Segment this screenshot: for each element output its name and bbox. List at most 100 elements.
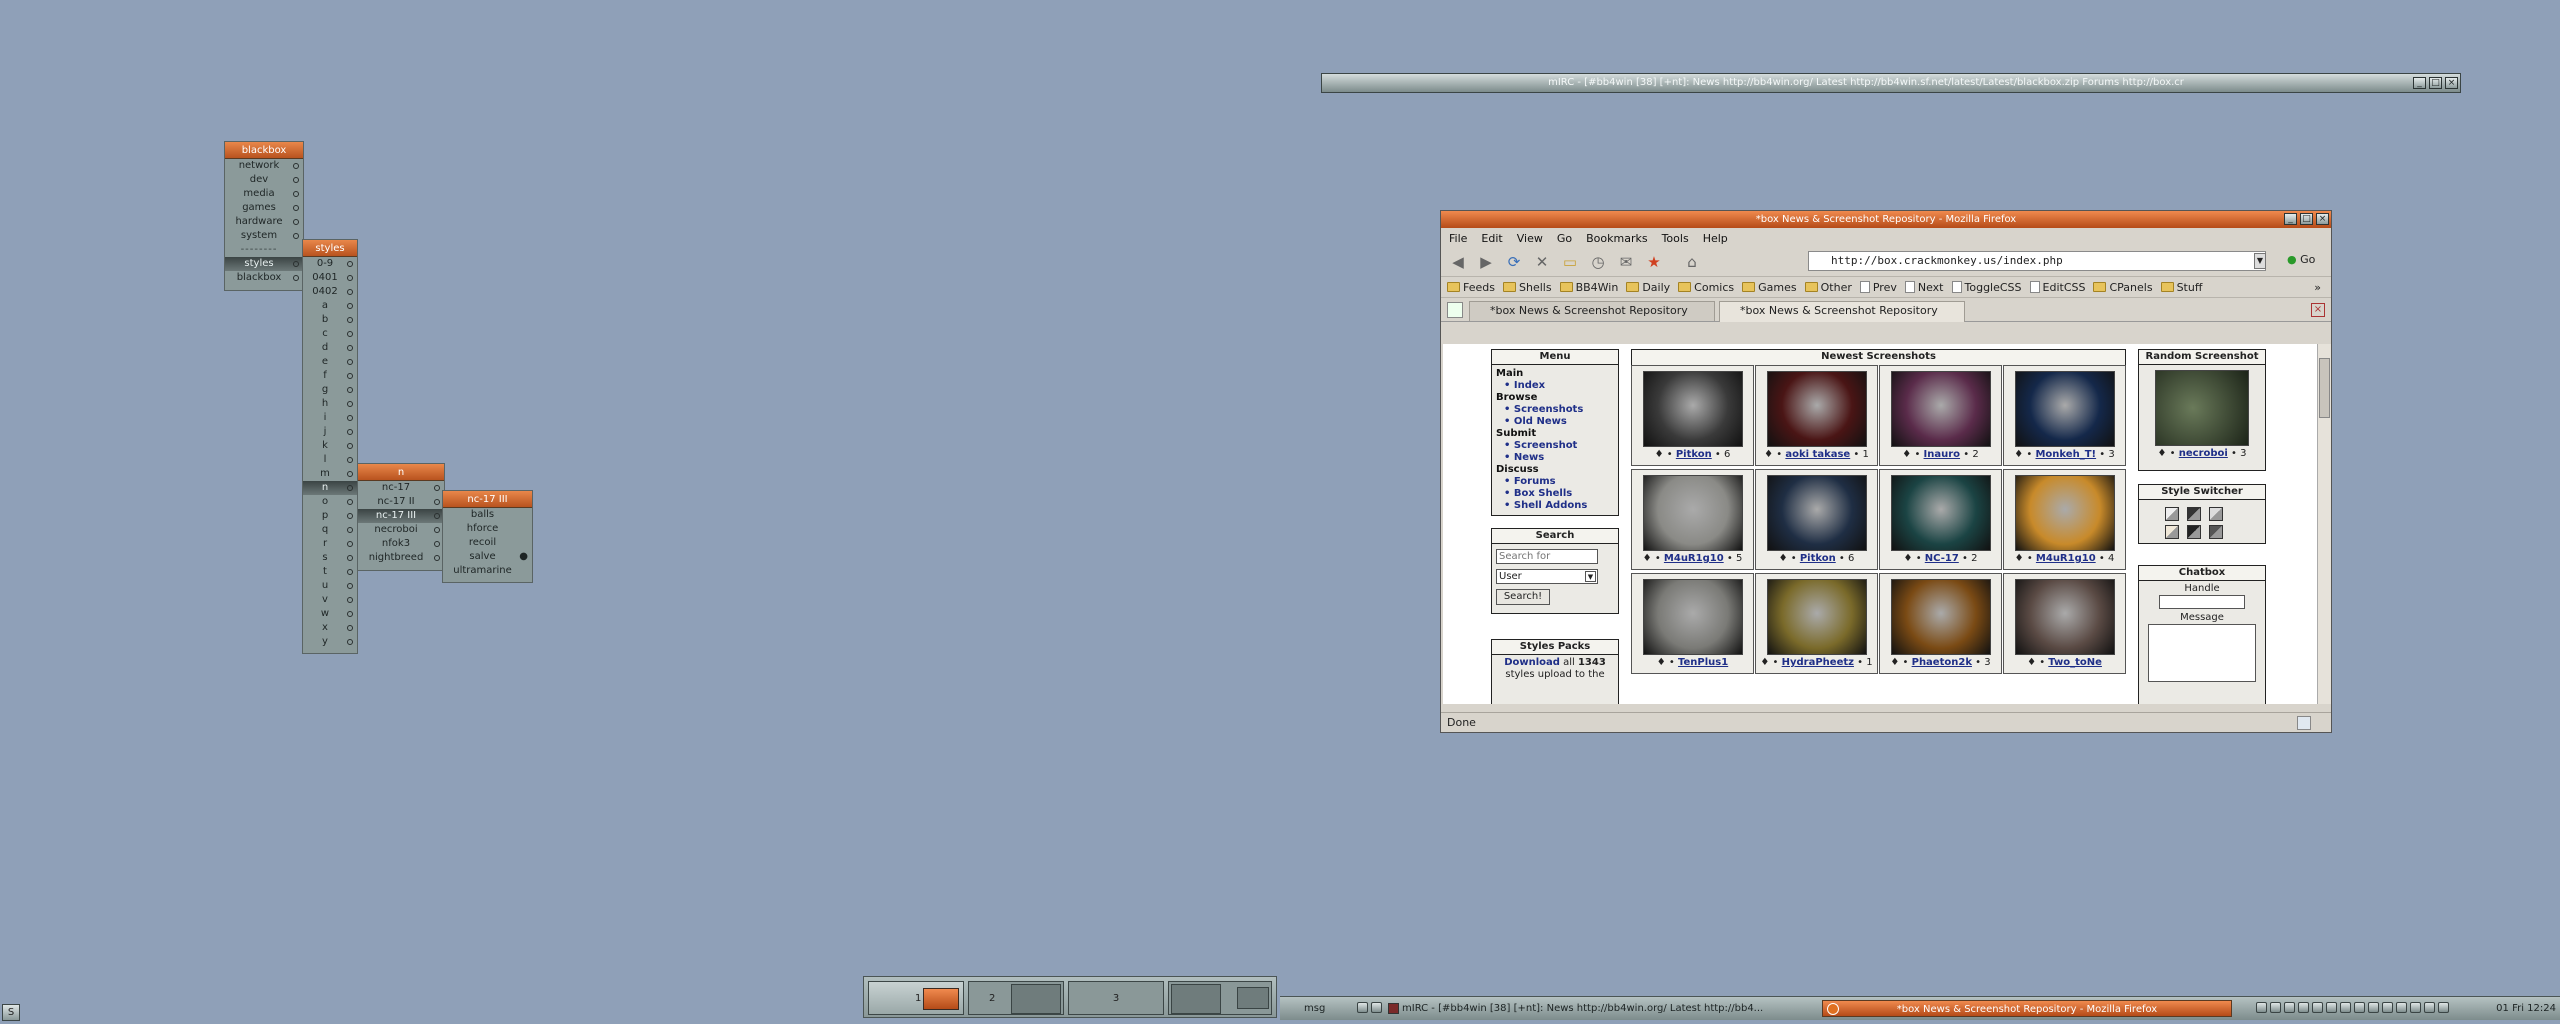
blackbox-menu-item[interactable]: network: [225, 159, 303, 173]
styles-menu-item[interactable]: 0401: [303, 271, 357, 285]
bookmark-stuff[interactable]: Stuff: [2160, 281, 2202, 294]
reload-icon[interactable]: ⟳: [1503, 251, 1525, 273]
tray-icon[interactable]: [2368, 1002, 2379, 1013]
site-menu-link[interactable]: • News: [1496, 452, 1614, 464]
bookmark-editcss[interactable]: EditCSS: [2029, 281, 2085, 294]
styles-menu-item[interactable]: h: [303, 397, 357, 411]
random-user-link[interactable]: necroboi: [2179, 448, 2228, 459]
bookmark-next[interactable]: Next: [1904, 281, 1944, 294]
screenshot-user-link[interactable]: Phaeton2k: [1912, 657, 1972, 668]
scrollbar-thumb[interactable]: [2319, 358, 2330, 418]
bookmark-cpanels[interactable]: CPanels: [2093, 281, 2153, 294]
blackbox-menu-item[interactable]: system: [225, 229, 303, 243]
screenshot-user-link[interactable]: HydraPheetz: [1782, 657, 1854, 668]
styles-menu-item[interactable]: r: [303, 537, 357, 551]
bookmark-shells[interactable]: Shells: [1502, 281, 1552, 294]
nc17iii-menu-item[interactable]: salve ●: [443, 550, 532, 564]
styles-menu-item[interactable]: f: [303, 369, 357, 383]
styles-menu-item[interactable]: e: [303, 355, 357, 369]
site-menu-link[interactable]: • Forums: [1496, 476, 1614, 488]
bookmarks-overflow-button[interactable]: »: [2314, 281, 2321, 294]
forward-arrow-icon[interactable]: ▶: [1475, 251, 1497, 273]
menu-go[interactable]: Go: [1557, 232, 1572, 245]
workspace-1[interactable]: 1: [868, 981, 964, 1015]
bookmark-other[interactable]: Other: [1804, 281, 1852, 294]
download-link[interactable]: Download: [1504, 657, 1560, 668]
screenshot-user-link[interactable]: Inauro: [1924, 449, 1961, 460]
screenshot-user-link[interactable]: Two_toNe: [2048, 657, 2102, 668]
styles-menu-item[interactable]: p: [303, 509, 357, 523]
style-swatch-icon[interactable]: [2165, 507, 2179, 521]
history-icon[interactable]: ◷: [1587, 251, 1609, 273]
firefox-minimize-button[interactable]: _: [2284, 213, 2297, 225]
screenshot-thumbnail[interactable]: [1766, 475, 1867, 551]
tray-icon[interactable]: [2424, 1002, 2435, 1013]
tray-icon[interactable]: [2382, 1002, 2393, 1013]
search-type-select[interactable]: User ▼: [1496, 569, 1598, 584]
random-screenshot-thumbnail[interactable]: [2155, 370, 2249, 446]
back-arrow-icon[interactable]: ◀: [1447, 251, 1469, 273]
styles-menu-item[interactable]: k: [303, 439, 357, 453]
screenshot-thumbnail[interactable]: [2014, 579, 2115, 655]
styles-menu-item[interactable]: w: [303, 607, 357, 621]
nc17iii-menu-item[interactable]: ultramarine: [443, 564, 532, 578]
firefox-titlebar[interactable]: *box News & Screenshot Repository - Mozi…: [1441, 211, 2331, 228]
screenshot-thumbnail[interactable]: [2014, 371, 2115, 447]
bookmark-prev[interactable]: Prev: [1859, 281, 1897, 294]
firefox-close-button[interactable]: ×: [2316, 213, 2329, 225]
blackbox-menu-item[interactable]: games: [225, 201, 303, 215]
workspace-2[interactable]: 2: [968, 981, 1064, 1015]
tray-icon[interactable]: [2326, 1002, 2337, 1013]
menu-file[interactable]: File: [1449, 232, 1467, 245]
bookmark-games[interactable]: Games: [1742, 281, 1797, 294]
menu-tools[interactable]: Tools: [1662, 232, 1689, 245]
nc17iii-menu-item[interactable]: recoil: [443, 536, 532, 550]
screenshot-thumbnail[interactable]: [1642, 579, 1743, 655]
tray-icon[interactable]: [2396, 1002, 2407, 1013]
minimize-button[interactable]: _: [2413, 77, 2426, 89]
styles-menu-item[interactable]: j: [303, 425, 357, 439]
stop-icon[interactable]: ✕: [1531, 251, 1553, 273]
site-menu-link[interactable]: • Screenshots: [1496, 404, 1614, 416]
new-tab-icon[interactable]: [1447, 302, 1463, 318]
styles-menu-item[interactable]: t: [303, 565, 357, 579]
style-swatch-icon[interactable]: [2209, 507, 2223, 521]
screenshot-thumbnail[interactable]: [1642, 475, 1743, 551]
styles-menu-item[interactable]: b: [303, 313, 357, 327]
screenshot-thumbnail[interactable]: [1890, 371, 1991, 447]
workspace-3[interactable]: 3: [1068, 981, 1164, 1015]
styles-menu-item[interactable]: g: [303, 383, 357, 397]
screenshot-user-link[interactable]: M4uR1g10: [1664, 553, 1724, 564]
n-menu-item[interactable]: nc-17: [358, 481, 444, 495]
root-menu-button[interactable]: S: [2, 1004, 20, 1021]
styles-menu-item[interactable]: m: [303, 467, 357, 481]
screenshot-user-link[interactable]: Monkeh_T!: [2035, 449, 2096, 460]
screenshot-thumbnail[interactable]: [1766, 579, 1867, 655]
styles-menu-item[interactable]: v: [303, 593, 357, 607]
styles-menu-item[interactable]: y: [303, 635, 357, 649]
close-button[interactable]: ×: [2445, 77, 2458, 89]
styles-menu-item[interactable]: s: [303, 551, 357, 565]
firefox-maximize-button[interactable]: □: [2300, 213, 2313, 225]
task-firefox[interactable]: *box News & Screenshot Repository - Mozi…: [1822, 1000, 2232, 1017]
next-workspace-icon[interactable]: [1371, 1002, 1382, 1013]
menu-bookmarks[interactable]: Bookmarks: [1586, 232, 1647, 245]
screenshot-thumbnail[interactable]: [1766, 371, 1867, 447]
workspace-4[interactable]: 4: [1168, 981, 1272, 1015]
bookmark-feeds[interactable]: Feeds: [1447, 281, 1495, 294]
styles-menu-item[interactable]: q: [303, 523, 357, 537]
styles-menu-item[interactable]: c: [303, 327, 357, 341]
screenshot-user-link[interactable]: Pitkon: [1800, 553, 1836, 564]
style-swatch-icon[interactable]: [2187, 507, 2201, 521]
screenshot-thumbnail[interactable]: [1642, 371, 1743, 447]
blackbox-menu-item[interactable]: hardware: [225, 215, 303, 229]
styles-menu-item[interactable]: l: [303, 453, 357, 467]
search-input[interactable]: [1496, 549, 1598, 564]
go-button[interactable]: ● Go: [2287, 253, 2315, 266]
tray-icon[interactable]: [2298, 1002, 2309, 1013]
n-menu-item[interactable]: necroboi: [358, 523, 444, 537]
mail-icon[interactable]: ✉: [1615, 251, 1637, 273]
site-menu-link[interactable]: • Index: [1496, 380, 1614, 392]
open-folder-icon[interactable]: ▭: [1559, 251, 1581, 273]
style-swatch-icon[interactable]: [2165, 525, 2179, 539]
